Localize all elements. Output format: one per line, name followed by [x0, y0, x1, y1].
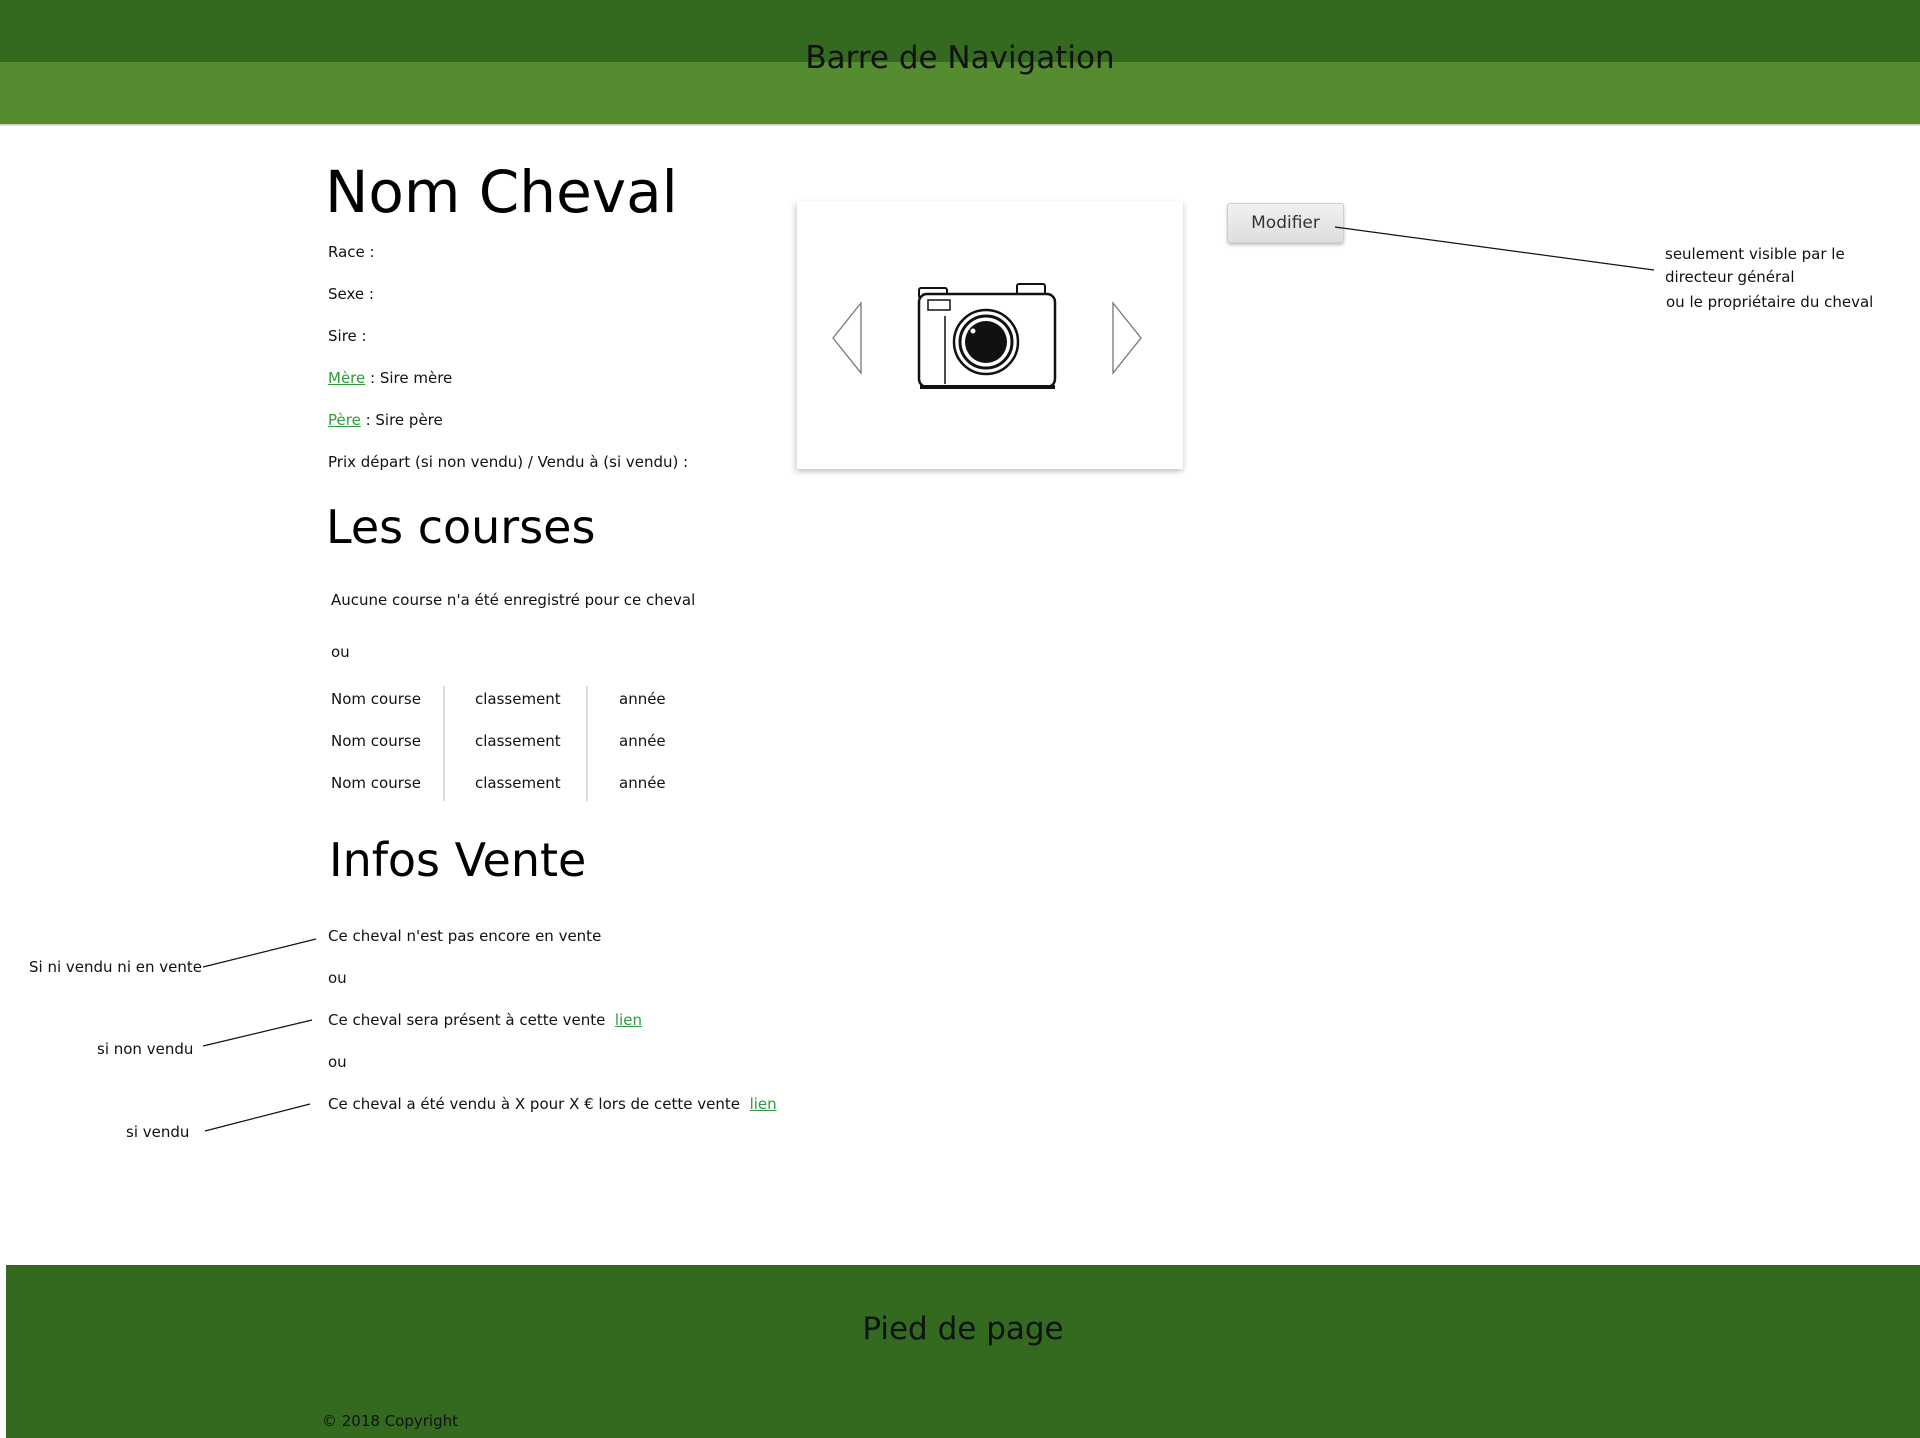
footer-title: Pied de page: [862, 1311, 1064, 1347]
vente-line-not-for-sale: Ce cheval n'est pas encore en vente: [328, 927, 602, 945]
table-column-separator: [586, 686, 588, 801]
prix-label: Prix départ (si non vendu) / Vendu à (si…: [328, 453, 689, 471]
vente-sold-text: Ce cheval a été vendu à X pour X € lors …: [328, 1095, 741, 1113]
table-column-separator: [443, 686, 445, 801]
table-cell-year: année: [619, 690, 666, 708]
image-carousel: [797, 201, 1183, 469]
table-cell-ranking: classement: [475, 732, 561, 750]
mere-sire-text: : Sire mère: [365, 369, 453, 387]
vente-or-1: ou: [328, 969, 347, 987]
pere-link[interactable]: Père: [328, 411, 361, 429]
annotation-not-sold: si non vendu: [97, 1040, 194, 1058]
vente-or-2: ou: [328, 1053, 347, 1071]
chevron-left-icon[interactable]: [832, 301, 862, 375]
copyright-text: © 2018 Copyright: [322, 1412, 459, 1430]
table-cell-course-name: Nom course: [331, 774, 421, 792]
annotation-neither-sold: Si ni vendu ni en vente: [29, 958, 202, 976]
table-cell-ranking: classement: [475, 774, 561, 792]
modifier-note-line2: directeur général: [1665, 268, 1795, 286]
courses-or: ou: [331, 643, 350, 661]
table-cell-year: année: [619, 774, 666, 792]
navigation-title: Barre de Navigation: [805, 40, 1115, 76]
annotation-line-modifier: [1334, 226, 1655, 271]
vente-line-upcoming-sale: Ce cheval sera présent à cette vente lie…: [328, 1011, 642, 1029]
mere-row: Mère : Sire mère: [328, 369, 452, 387]
annotation-sold: si vendu: [126, 1123, 190, 1141]
camera-icon: [917, 283, 1057, 389]
table-cell-course-name: Nom course: [331, 690, 421, 708]
pere-sire-text: : Sire père: [360, 411, 443, 429]
vente-line-sold: Ce cheval a été vendu à X pour X € lors …: [328, 1095, 777, 1113]
sire-label: Sire :: [328, 327, 367, 345]
chevron-right-icon[interactable]: [1112, 301, 1142, 375]
vente-upcoming-link[interactable]: lien: [615, 1011, 642, 1029]
sexe-label: Sexe :: [328, 285, 374, 303]
mere-link[interactable]: Mère: [328, 369, 365, 387]
pere-row: Père : Sire père: [328, 411, 443, 429]
table-cell-ranking: classement: [475, 690, 561, 708]
annotation-line-neither-sold: [202, 938, 317, 968]
horse-name-title: Nom Cheval: [325, 158, 678, 226]
courses-empty-message: Aucune course n'a été enregistré pour ce…: [331, 591, 696, 609]
modifier-note-line3: ou le propriétaire du cheval: [1666, 293, 1874, 311]
annotation-line-sold: [204, 1103, 311, 1132]
courses-title: Les courses: [326, 500, 596, 554]
table-cell-course-name: Nom course: [331, 732, 421, 750]
vente-title: Infos Vente: [329, 833, 587, 887]
annotation-line-not-sold: [202, 1019, 313, 1047]
navigation-bar: Barre de Navigation: [0, 0, 1920, 126]
table-cell-year: année: [619, 732, 666, 750]
modifier-note-line1: seulement visible par le: [1665, 245, 1845, 263]
modifier-button[interactable]: Modifier: [1227, 203, 1344, 243]
vente-sold-link[interactable]: lien: [750, 1095, 777, 1113]
race-label: Race :: [328, 243, 375, 261]
vente-upcoming-text: Ce cheval sera présent à cette vente: [328, 1011, 606, 1029]
footer: Pied de page © 2018 Copyright: [6, 1265, 1920, 1438]
